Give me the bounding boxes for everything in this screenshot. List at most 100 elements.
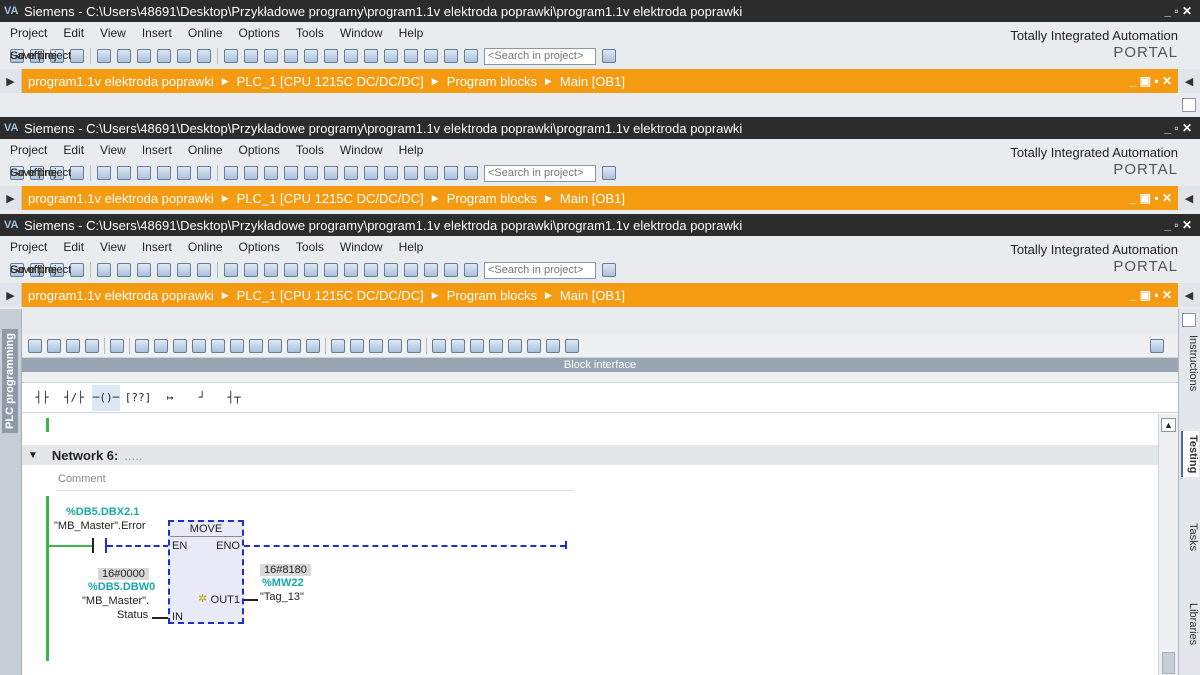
menu-insert[interactable]: Insert (142, 240, 172, 254)
network-header[interactable]: ▼ Network 6: ..... (22, 445, 1158, 465)
no-contact-icon[interactable]: ┤├ (28, 385, 56, 411)
tag-information-icon[interactable] (249, 338, 263, 353)
in-operand-line1[interactable]: "MB_Master". (82, 595, 149, 607)
menu-online[interactable]: Online (188, 240, 223, 254)
cut-icon[interactable] (97, 263, 111, 277)
breadcrumb-project[interactable]: program1.1v elektroda poprawki (28, 288, 214, 303)
go-offline-icon[interactable] (344, 49, 358, 63)
upload-icon[interactable] (264, 166, 278, 180)
menu-project[interactable]: Project (10, 143, 47, 157)
cross-reference-icon[interactable] (424, 166, 438, 180)
absolute-operands-icon[interactable] (135, 338, 149, 353)
delete-icon[interactable] (157, 263, 171, 277)
download-icon[interactable] (244, 263, 258, 277)
close-branch-icon[interactable]: ┘ (188, 385, 216, 411)
menu-view[interactable]: View (100, 143, 126, 157)
menu-window[interactable]: Window (340, 240, 383, 254)
compile-icon[interactable] (224, 49, 238, 63)
reset-start-values-icon[interactable] (110, 338, 124, 353)
breadcrumb-main[interactable]: Main [OB1] (560, 191, 625, 206)
menu-edit[interactable]: Edit (63, 26, 84, 40)
paste-icon[interactable] (137, 49, 151, 63)
go-offline-button[interactable]: Go offline (10, 50, 57, 62)
menu-insert[interactable]: Insert (142, 26, 172, 40)
download-icon[interactable] (244, 166, 258, 180)
favorites-icon[interactable] (154, 338, 168, 353)
search-input[interactable] (484, 164, 596, 182)
close-all-networks-icon[interactable] (230, 338, 244, 353)
undo-icon[interactable] (177, 263, 191, 277)
menu-edit[interactable]: Edit (63, 143, 84, 157)
stop-cpu-icon[interactable] (404, 166, 418, 180)
print-icon[interactable] (70, 49, 84, 63)
menu-online[interactable]: Online (188, 143, 223, 157)
upload-icon[interactable] (264, 49, 278, 63)
tab-libraries[interactable]: Libraries (1181, 599, 1199, 649)
copy-icon[interactable] (117, 166, 131, 180)
menu-project[interactable]: Project (10, 240, 47, 254)
plc-programming-tab[interactable]: PLC programming (2, 329, 18, 433)
split-vertical-icon[interactable] (464, 166, 478, 180)
view-toggle-icon[interactable] (546, 338, 560, 353)
menu-window[interactable]: Window (340, 26, 383, 40)
step-out-icon[interactable] (470, 338, 484, 353)
expand-networks-icon[interactable] (173, 338, 187, 353)
breadcrumb-main[interactable]: Main [OB1] (560, 74, 625, 89)
go-offline-icon[interactable] (344, 263, 358, 277)
menu-help[interactable]: Help (399, 143, 424, 157)
go-offline-button[interactable]: Go offline (10, 167, 57, 179)
open-all-networks-icon[interactable] (211, 338, 225, 353)
collapse-triangle-icon[interactable]: ▼ (28, 450, 38, 461)
insert-row-icon[interactable] (66, 338, 80, 353)
open-branch-icon[interactable]: ↦ (156, 385, 184, 411)
collapse-task-cards-icon[interactable]: ◀ (1178, 283, 1200, 307)
menu-options[interactable]: Options (239, 26, 280, 40)
split-horizontal-icon[interactable] (444, 166, 458, 180)
go-offline-button[interactable]: Go offline (10, 264, 57, 276)
breadcrumb-plc[interactable]: PLC_1 [CPU 1215C DC/DC/DC] (237, 74, 424, 89)
contact-operand[interactable]: "MB_Master".Error (54, 520, 146, 532)
go-offline-icon[interactable] (344, 166, 358, 180)
undo-icon[interactable] (177, 49, 191, 63)
network-comment[interactable]: Comment (56, 469, 574, 491)
block-interface-splitter[interactable]: Block interface (22, 358, 1178, 372)
nc-contact-icon[interactable]: ┤/├ (60, 385, 88, 411)
go-online-icon[interactable] (324, 49, 338, 63)
collapse-task-cards-icon[interactable]: ◀ (1178, 186, 1200, 210)
paste-icon[interactable] (137, 263, 151, 277)
insert-contact-icon[interactable]: ┤┬ (220, 385, 248, 411)
go-online-icon[interactable] (324, 263, 338, 277)
accessible-devices-icon[interactable] (364, 263, 378, 277)
stop-cpu-icon[interactable] (404, 49, 418, 63)
search-binoculars-icon[interactable] (602, 49, 616, 63)
compare-icon[interactable] (407, 338, 421, 353)
go-to-error-icon[interactable] (331, 338, 345, 353)
go-online-icon[interactable] (324, 166, 338, 180)
accessible-devices-icon[interactable] (364, 49, 378, 63)
compile-icon[interactable] (224, 166, 238, 180)
undo-icon[interactable] (177, 166, 191, 180)
split-horizontal-icon[interactable] (444, 263, 458, 277)
breadcrumb-project[interactable]: program1.1v elektroda poprawki (28, 191, 214, 206)
download-icon[interactable] (244, 49, 258, 63)
menu-options[interactable]: Options (239, 240, 280, 254)
breadcrumb-main[interactable]: Main [OB1] (560, 288, 625, 303)
menu-insert[interactable]: Insert (142, 143, 172, 157)
compile-icon[interactable] (224, 263, 238, 277)
breadcrumb-program-blocks[interactable]: Program blocks (447, 288, 537, 303)
menu-project[interactable]: Project (10, 26, 47, 40)
layout-toggle-icon[interactable] (1182, 313, 1196, 327)
simulation-icon[interactable] (284, 166, 298, 180)
watch-icon[interactable] (527, 338, 541, 353)
accessible-devices-icon[interactable] (364, 166, 378, 180)
add-output-icon[interactable]: ✲ (198, 592, 207, 605)
menu-help[interactable]: Help (399, 240, 424, 254)
monitor-on-off-icon[interactable] (489, 338, 503, 353)
delete-icon[interactable] (157, 166, 171, 180)
redo-icon[interactable] (197, 49, 211, 63)
menu-tools[interactable]: Tools (296, 240, 324, 254)
redo-icon[interactable] (197, 263, 211, 277)
copy-icon[interactable] (117, 263, 131, 277)
vertical-scrollbar[interactable]: ▲ (1158, 414, 1178, 675)
editor-window-controls[interactable]: _ ▣ ▪ ✕ (1130, 191, 1178, 205)
